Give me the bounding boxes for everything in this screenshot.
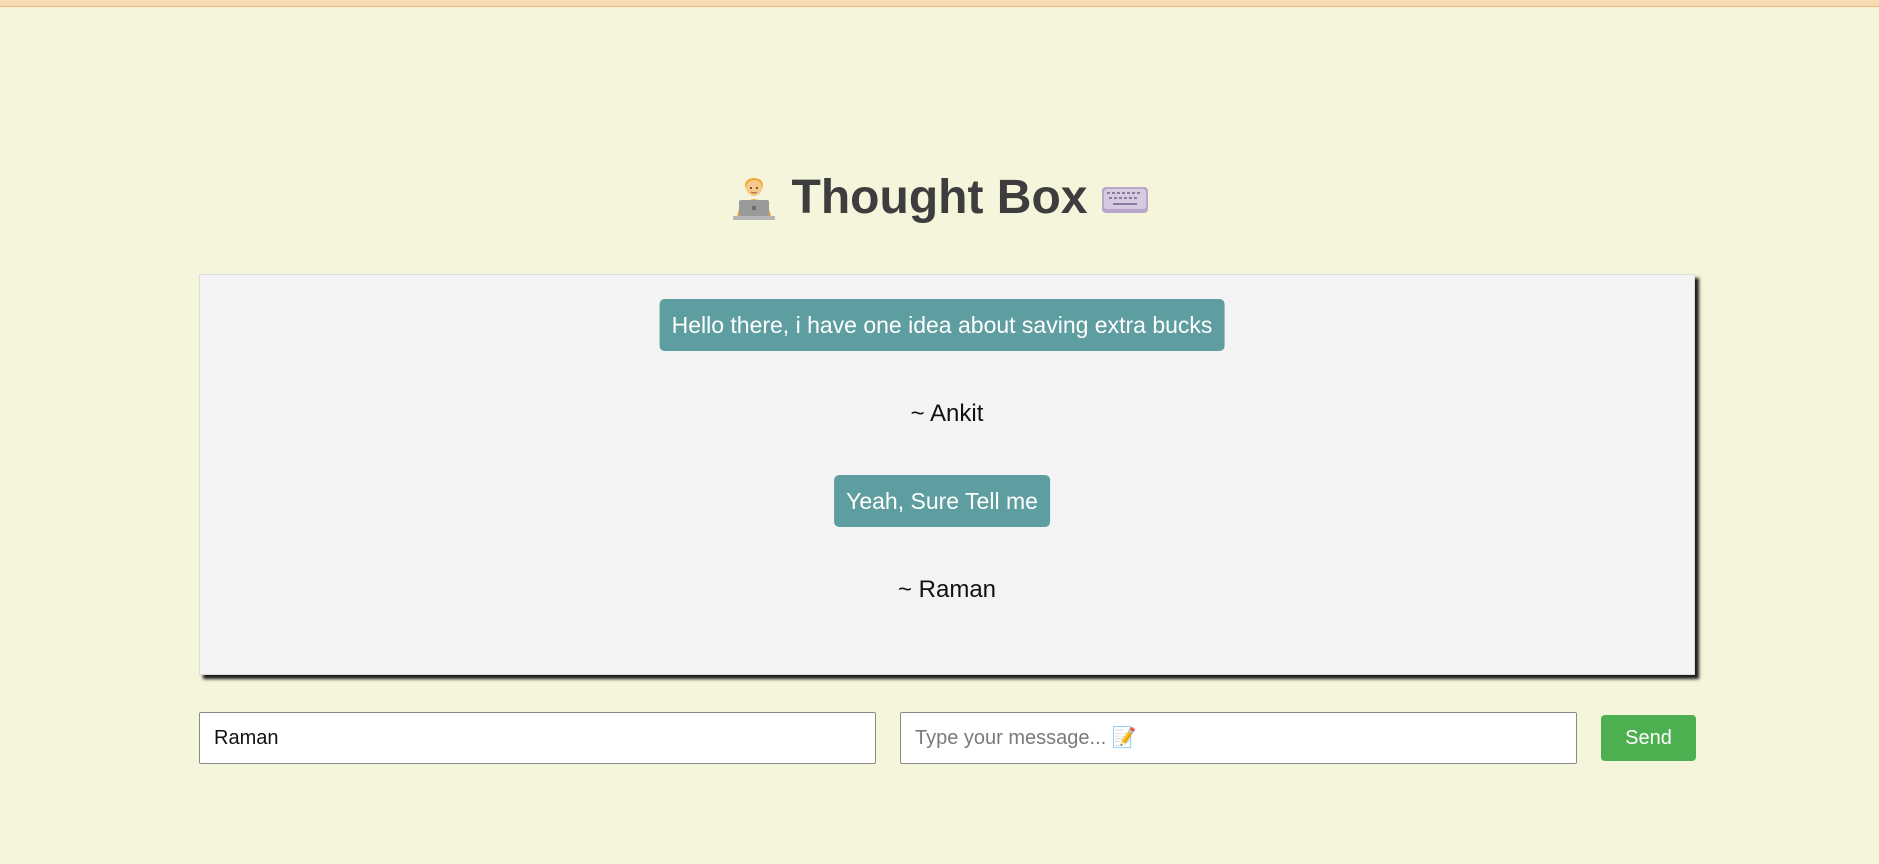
message-author: ~ Ankit [910, 400, 984, 427]
header: Thought Box [0, 168, 1879, 228]
person-at-laptop-icon [729, 173, 779, 223]
keyboard-icon [1100, 173, 1150, 223]
name-input[interactable] [199, 712, 876, 764]
send-button[interactable]: Send [1601, 715, 1696, 761]
message-bubble: Hello there, i have one idea about savin… [659, 299, 1225, 351]
message-author: ~ Raman [897, 576, 997, 603]
message-bubble: Yeah, Sure Tell me [834, 475, 1050, 527]
browser-top-strip [0, 0, 1879, 7]
chat-box: Hello there, i have one idea about savin… [199, 274, 1695, 675]
page-title: Thought Box [791, 171, 1088, 224]
message-input[interactable] [900, 712, 1577, 764]
